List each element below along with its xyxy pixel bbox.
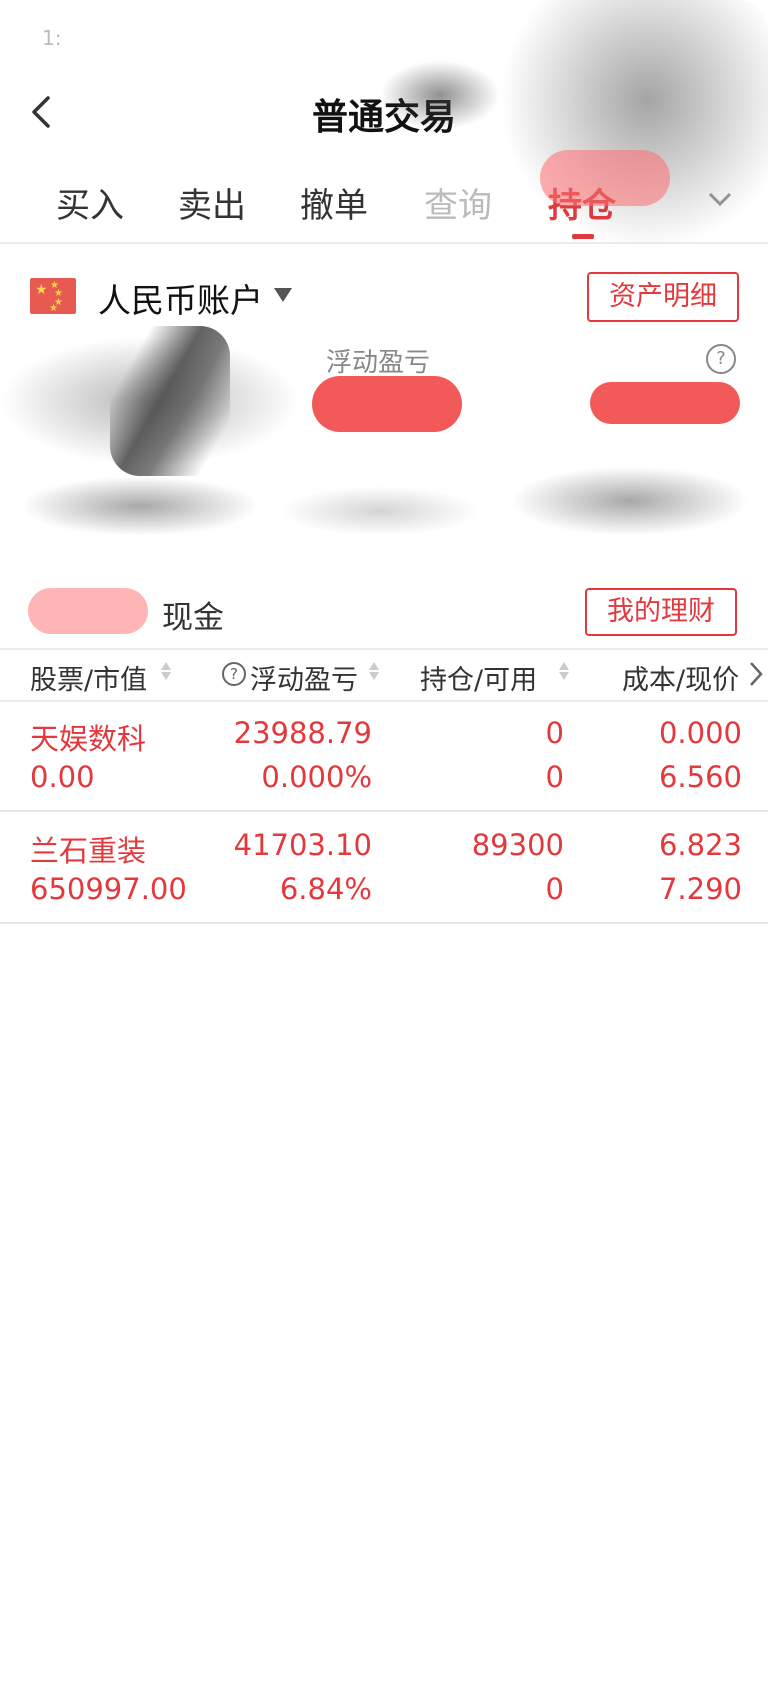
table-row[interactable]: 兰石重装 650997.00 41703.10 6.84% 89300 0 6.… — [0, 812, 768, 924]
red-redaction — [540, 150, 670, 206]
red-redaction — [28, 588, 148, 634]
table-row[interactable]: 天娱数科 0.00 23988.79 0.000% 0 0 0.000 6.56… — [0, 700, 768, 812]
help-icon[interactable]: ? — [222, 662, 246, 686]
floating-pl-percent: 6.84% — [279, 872, 372, 906]
available: 0 — [545, 872, 564, 906]
col-cost-price[interactable]: 成本/现价 — [622, 658, 739, 697]
col-stock-value[interactable]: 股票/市值 — [30, 658, 147, 697]
status-time: 1: — [42, 26, 62, 50]
col-position-available[interactable]: 持仓/可用 — [420, 658, 537, 697]
my-wealth-button[interactable]: 我的理财 — [585, 588, 737, 636]
floating-pl: 41703.10 — [233, 828, 372, 862]
account-name[interactable]: 人民币账户 — [98, 274, 263, 322]
position: 89300 — [471, 828, 564, 862]
market-value: 0.00 — [30, 760, 95, 794]
account-row: ★ ★ ★ ★ ★ 人民币账户 资产明细 — [0, 272, 768, 328]
position: 0 — [545, 716, 564, 750]
scribble-redaction — [280, 486, 480, 536]
china-flag-icon: ★ ★ ★ ★ ★ — [30, 278, 76, 314]
cost-price: 0.000 — [658, 716, 742, 750]
chevron-right-icon[interactable] — [748, 660, 764, 688]
help-icon[interactable]: ? — [706, 344, 736, 374]
holdings-table-header: 股票/市值 ? 浮动盈亏 持仓/可用 成本/现价 — [0, 648, 768, 702]
current-price: 7.290 — [658, 872, 742, 906]
scribble-redaction — [20, 476, 260, 536]
cash-label: 现金 — [162, 600, 224, 636]
stock-name: 兰石重装 — [30, 834, 147, 868]
asset-detail-button[interactable]: 资产明细 — [587, 272, 739, 322]
floating-pl-label: 浮动盈亏 — [326, 348, 431, 378]
tab-query[interactable]: 查询 — [424, 178, 492, 227]
cost-price: 6.823 — [658, 828, 742, 862]
cash-row: 现金 我的理财 — [0, 588, 768, 640]
floating-pl: 23988.79 — [233, 716, 372, 750]
tab-buy[interactable]: 买入 — [56, 178, 124, 227]
tab-cancel[interactable]: 撤单 — [300, 178, 368, 227]
stock-name: 天娱数科 — [30, 722, 147, 756]
available: 0 — [545, 760, 564, 794]
scribble-redaction — [380, 60, 500, 130]
asset-summary: 浮动盈亏 ? — [0, 326, 768, 576]
current-price: 6.560 — [658, 760, 742, 794]
caret-down-icon[interactable] — [274, 288, 292, 302]
floating-pl-percent: 0.000% — [261, 760, 372, 794]
tab-sell[interactable]: 卖出 — [178, 178, 246, 227]
sort-icon[interactable] — [368, 660, 380, 688]
scribble-redaction — [500, 0, 768, 250]
market-value: 650997.00 — [30, 872, 187, 906]
red-redaction — [312, 376, 462, 432]
sort-icon[interactable] — [558, 660, 570, 688]
col-floating-pl[interactable]: 浮动盈亏 — [250, 658, 358, 697]
sort-icon[interactable] — [160, 660, 172, 688]
scribble-redaction — [510, 466, 750, 536]
red-redaction — [590, 382, 740, 424]
scribble-redaction — [110, 326, 230, 476]
